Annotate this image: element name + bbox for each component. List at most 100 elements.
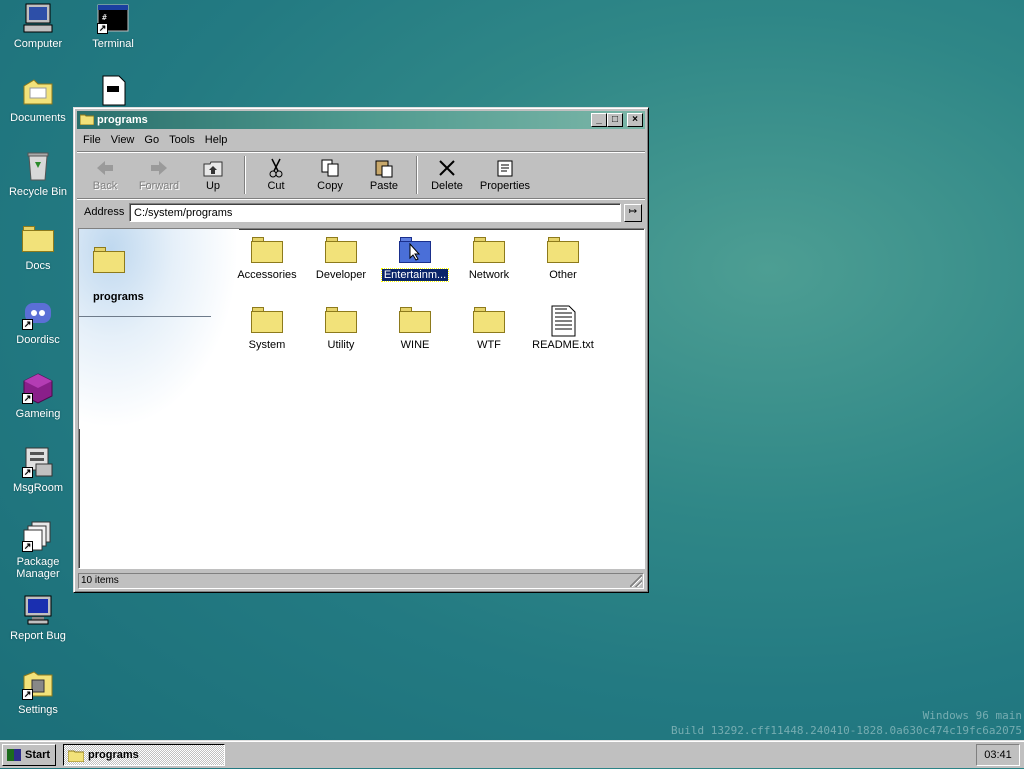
desktop-icon-file[interactable] [75,74,151,110]
item-label: System [248,339,286,351]
folder-item-entertainment[interactable]: Entertainm... [379,235,451,282]
desktop-icon-recycle-bin[interactable]: Recycle Bin [0,150,76,198]
minimize-button[interactable]: _ [591,113,607,127]
desktop-icon-settings[interactable]: ↗ Settings [0,668,76,716]
mouse-cursor-icon [409,243,421,261]
desktop[interactable]: { "desktop": { "icons": [ {"label": "Com… [0,0,1024,768]
package-icon: ↗ [22,520,54,552]
taskbar-item-programs[interactable]: programs [63,744,225,766]
item-label: Network [468,269,510,281]
build-watermark-line2: Build 13292.cff11448.240410-1828.0a630c4… [671,724,1022,737]
go-button[interactable]: ↦ [624,204,642,222]
computer-icon [22,2,54,34]
maximize-button[interactable]: □ [607,113,623,127]
desktop-icon-label: Package Manager [16,556,60,580]
back-label: Back [92,180,118,192]
item-label: Other [549,269,577,281]
minimize-icon: _ [596,114,602,125]
desktop-icon-package-manager[interactable]: ↗ Package Manager [0,520,76,580]
desktop-icon-label: Docs [25,260,51,272]
desktop-icon-label: Settings [18,704,58,716]
folder-item-other[interactable]: Other [527,235,599,281]
item-label: WTF [477,339,501,351]
paste-icon [374,158,394,178]
go-arrow-icon: ↦ [628,206,638,217]
desktop-icon-computer[interactable]: Computer [0,2,76,50]
text-file-icon [547,305,579,337]
menu-bar: File View Go Tools Help [78,132,232,150]
desktop-icon-gameing[interactable]: ↗ Gameing [0,372,76,420]
desktop-icon-doordisc[interactable]: ↗ Doordisc [0,298,76,346]
window-title: programs [97,114,148,126]
msgroom-icon: ↗ [22,446,54,478]
item-label: README.txt [532,339,594,351]
start-label: Start [25,749,51,761]
file-item-readme[interactable]: README.txt [527,305,599,351]
desktop-icon-label: Computer [13,38,63,50]
taskbar-item-label: programs [88,749,139,761]
desktop-icon-documents[interactable]: Documents [0,76,76,124]
file-view[interactable]: programs Accessories Developer Entertain… [78,228,645,569]
item-label: WINE [400,339,430,351]
properties-button[interactable]: Properties [474,154,536,196]
side-panel: programs [79,229,239,429]
explorer-window[interactable]: programs _ □ × File View Go Tools Help Back … [73,107,649,593]
menu-go[interactable]: Go [139,132,164,148]
address-input[interactable]: C:/system/programs [129,203,621,222]
title-bar[interactable]: programs _ □ × [77,111,645,129]
properties-label: Properties [479,180,531,192]
desktop-icon-label: Terminal [92,38,134,50]
toolbar-separator [416,156,418,194]
resize-grip[interactable] [630,575,642,587]
forward-button[interactable]: Forward [132,154,186,196]
desktop-icon-terminal[interactable]: # ↗ Terminal [75,2,151,50]
folder-icon [547,235,579,263]
folder-item-system[interactable]: System [231,305,303,351]
copy-button[interactable]: Copy [303,154,357,196]
desktop-icon-label: Doordisc [16,334,60,346]
menu-file[interactable]: File [78,132,106,148]
svg-text:#: # [102,13,107,22]
taskbar: Start programs 03:41 [0,740,1024,768]
close-button[interactable]: × [627,113,643,127]
folder-item-wtf[interactable]: WTF [453,305,525,351]
delete-x-icon [437,158,457,178]
desktop-icon-docs[interactable]: Docs [0,224,76,272]
folder-icon [399,305,431,333]
start-button[interactable]: Start [2,744,56,766]
menu-help[interactable]: Help [200,132,233,148]
menu-view[interactable]: View [106,132,140,148]
desktop-icon-label: Recycle Bin [8,186,68,198]
folder-item-developer[interactable]: Developer [305,235,377,281]
desktop-icon-msgroom[interactable]: ↗ MsgRoom [0,446,76,494]
item-label: Accessories [237,269,297,281]
folder-icon [251,235,283,263]
folder-icon [325,305,357,333]
build-watermark-line1: Windows 96 main [922,709,1022,722]
cut-button[interactable]: Cut [249,154,303,196]
paste-button[interactable]: Paste [357,154,411,196]
documents-folder-icon [22,76,54,108]
folder-icon [79,113,95,126]
folder-item-wine[interactable]: WINE [379,305,451,351]
desktop-icon-label: Report Bug [10,630,66,642]
paste-label: Paste [369,180,399,192]
back-button[interactable]: Back [78,154,132,196]
folder-icon [325,235,357,263]
desktop-icon-report-bug[interactable]: Report Bug [0,594,76,642]
monitor-icon [22,594,54,626]
forward-arrow-icon [149,158,169,178]
cube-icon: ↗ [22,372,54,404]
up-button[interactable]: Up [186,154,240,196]
folder-item-network[interactable]: Network [453,235,525,281]
menu-tools[interactable]: Tools [164,132,200,148]
system-tray-clock[interactable]: 03:41 [976,744,1020,766]
folder-icon [473,305,505,333]
desktop-icon-label: Documents [10,112,66,124]
delete-label: Delete [431,180,463,192]
folder-item-accessories[interactable]: Accessories [231,235,303,281]
folder-item-utility[interactable]: Utility [305,305,377,351]
file-icon [97,74,129,106]
terminal-icon: # ↗ [97,2,129,34]
delete-button[interactable]: Delete [420,154,474,196]
